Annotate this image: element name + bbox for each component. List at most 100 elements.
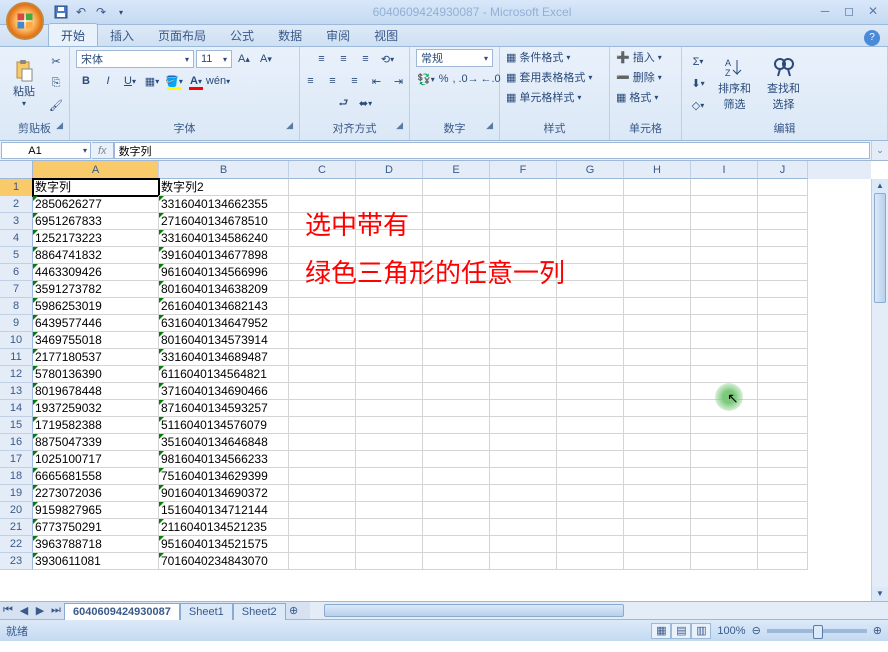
cell[interactable]: 5780136390 (33, 366, 159, 383)
comma-icon[interactable]: , (452, 69, 457, 89)
clear-icon[interactable]: ◇▾ (688, 96, 708, 116)
cell[interactable] (356, 383, 423, 400)
cell[interactable] (490, 366, 557, 383)
cell[interactable] (557, 383, 624, 400)
tab-insert[interactable]: 插入 (98, 24, 146, 46)
cell[interactable] (557, 196, 624, 213)
cell[interactable] (423, 281, 490, 298)
cell[interactable] (356, 451, 423, 468)
cell[interactable] (758, 434, 808, 451)
cell[interactable] (356, 417, 423, 434)
cell[interactable]: 9516040134521575 (159, 536, 289, 553)
delete-cells-button[interactable]: ➖删除▾ (616, 69, 662, 85)
cell[interactable] (624, 485, 691, 502)
cell[interactable]: 9816040134566233 (159, 451, 289, 468)
cell[interactable] (423, 417, 490, 434)
tab-view[interactable]: 视图 (362, 24, 410, 46)
cell[interactable]: 9159827965 (33, 502, 159, 519)
cell[interactable] (758, 553, 808, 570)
font-name-combo[interactable]: 宋体▾ (76, 50, 194, 68)
cell[interactable] (758, 281, 808, 298)
cell[interactable] (691, 281, 758, 298)
cell[interactable] (691, 468, 758, 485)
cell[interactable] (691, 536, 758, 553)
cell[interactable] (423, 553, 490, 570)
scroll-down-icon[interactable]: ▼ (872, 587, 888, 601)
cell[interactable] (490, 451, 557, 468)
cell[interactable] (490, 383, 557, 400)
cell[interactable]: 2177180537 (33, 349, 159, 366)
copy-icon[interactable]: ⎘ (46, 74, 66, 94)
cell[interactable] (356, 553, 423, 570)
cell[interactable] (624, 332, 691, 349)
row-header[interactable]: 7 (0, 281, 33, 298)
cell[interactable] (289, 451, 356, 468)
column-header[interactable]: C (289, 161, 356, 179)
format-painter-icon[interactable]: 🖌 (46, 96, 66, 116)
row-header[interactable]: 12 (0, 366, 33, 383)
office-button[interactable] (6, 2, 44, 40)
cell[interactable]: 8875047339 (33, 434, 159, 451)
cell[interactable] (423, 468, 490, 485)
align-bottom-icon[interactable]: ≡ (356, 49, 376, 69)
hscroll-thumb[interactable] (324, 604, 624, 617)
cell[interactable] (289, 247, 356, 264)
cell[interactable] (356, 281, 423, 298)
cell[interactable] (289, 281, 356, 298)
cell[interactable] (557, 349, 624, 366)
align-middle-icon[interactable]: ≡ (334, 49, 354, 69)
cell[interactable] (289, 519, 356, 536)
font-size-combo[interactable]: 11▾ (196, 50, 232, 68)
cell[interactable] (490, 400, 557, 417)
cell[interactable]: 2850626277 (33, 196, 159, 213)
cell[interactable] (758, 366, 808, 383)
row-header[interactable]: 3 (0, 213, 33, 230)
cell[interactable] (289, 485, 356, 502)
row-header[interactable]: 19 (0, 485, 33, 502)
dec-decimal-icon[interactable]: ←.0 (481, 69, 501, 89)
expand-formula-icon[interactable]: ⌄ (871, 141, 888, 160)
cell[interactable] (758, 196, 808, 213)
row-header[interactable]: 14 (0, 400, 33, 417)
cell[interactable] (624, 196, 691, 213)
cell[interactable] (289, 196, 356, 213)
cell[interactable] (490, 553, 557, 570)
cell[interactable]: 6316040134647952 (159, 315, 289, 332)
cell-style-button[interactable]: ▦单元格样式▾ (506, 89, 581, 105)
sort-filter-button[interactable]: AZ 排序和 筛选 (712, 54, 757, 114)
cell[interactable] (423, 213, 490, 230)
cell[interactable] (356, 536, 423, 553)
tab-review[interactable]: 审阅 (314, 24, 362, 46)
name-box[interactable]: ▾ (1, 142, 91, 159)
row-header[interactable]: 11 (0, 349, 33, 366)
underline-button[interactable]: U▾ (120, 71, 140, 91)
cell[interactable] (423, 383, 490, 400)
cell[interactable]: 5116040134576079 (159, 417, 289, 434)
cell[interactable]: 数字列2 (159, 179, 289, 196)
tab-home[interactable]: 开始 (48, 23, 98, 46)
number-dialog-icon[interactable]: ◢ (486, 120, 493, 131)
phonetic-button[interactable]: wén▾ (208, 71, 228, 91)
cell[interactable] (289, 366, 356, 383)
cell[interactable] (758, 519, 808, 536)
cell[interactable] (624, 400, 691, 417)
maximize-button[interactable]: ◻ (838, 4, 860, 20)
cell[interactable] (423, 315, 490, 332)
inc-decimal-icon[interactable]: .0→ (459, 69, 479, 89)
cell[interactable] (758, 298, 808, 315)
cell[interactable] (758, 332, 808, 349)
cell[interactable] (423, 485, 490, 502)
cell[interactable] (758, 230, 808, 247)
cell[interactable]: 2616040134682143 (159, 298, 289, 315)
cell[interactable]: 3316040134689487 (159, 349, 289, 366)
cell[interactable] (624, 366, 691, 383)
cell[interactable] (624, 298, 691, 315)
cell[interactable] (289, 536, 356, 553)
cell[interactable] (490, 247, 557, 264)
clipboard-dialog-icon[interactable]: ◢ (56, 120, 63, 131)
next-sheet-icon[interactable]: ▶ (32, 604, 48, 617)
row-header[interactable]: 17 (0, 451, 33, 468)
cell[interactable]: 3716040134690466 (159, 383, 289, 400)
cell[interactable] (557, 468, 624, 485)
cell[interactable] (423, 298, 490, 315)
